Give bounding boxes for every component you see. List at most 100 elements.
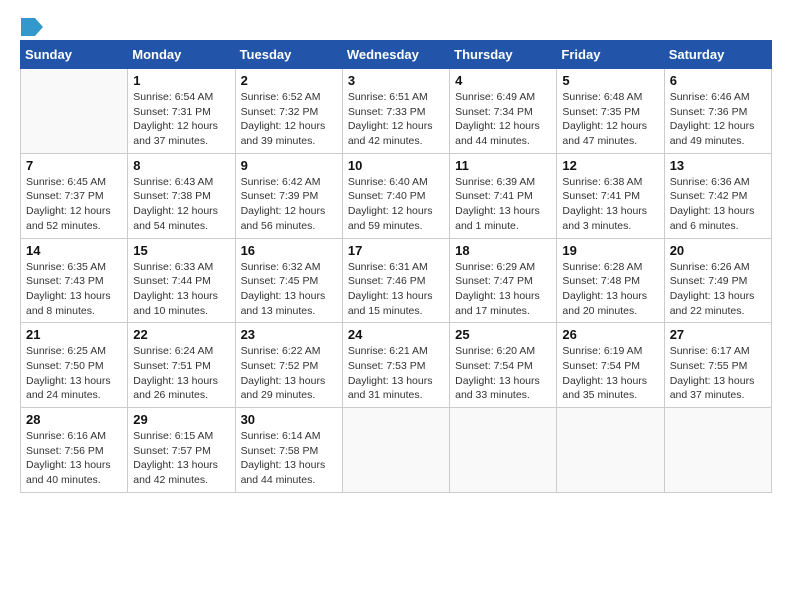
day-info: Sunrise: 6:32 AMSunset: 7:45 PMDaylight:…: [241, 260, 337, 319]
day-info: Sunrise: 6:21 AMSunset: 7:53 PMDaylight:…: [348, 344, 444, 403]
day-number: 28: [26, 412, 122, 427]
logo: [20, 16, 43, 32]
day-info: Sunrise: 6:14 AMSunset: 7:58 PMDaylight:…: [241, 429, 337, 488]
calendar-week-row: 14 Sunrise: 6:35 AMSunset: 7:43 PMDayligh…: [21, 238, 772, 323]
calendar-cell: 10 Sunrise: 6:40 AMSunset: 7:40 PMDayligh…: [342, 153, 449, 238]
calendar-cell: 9 Sunrise: 6:42 AMSunset: 7:39 PMDaylight…: [235, 153, 342, 238]
day-number: 30: [241, 412, 337, 427]
day-info: Sunrise: 6:31 AMSunset: 7:46 PMDaylight:…: [348, 260, 444, 319]
day-info: Sunrise: 6:19 AMSunset: 7:54 PMDaylight:…: [562, 344, 658, 403]
day-number: 10: [348, 158, 444, 173]
day-info: Sunrise: 6:45 AMSunset: 7:37 PMDaylight:…: [26, 175, 122, 234]
day-info: Sunrise: 6:22 AMSunset: 7:52 PMDaylight:…: [241, 344, 337, 403]
day-info: Sunrise: 6:24 AMSunset: 7:51 PMDaylight:…: [133, 344, 229, 403]
calendar-cell: [557, 408, 664, 493]
day-number: 25: [455, 327, 551, 342]
calendar-cell: 18 Sunrise: 6:29 AMSunset: 7:47 PMDayligh…: [450, 238, 557, 323]
day-number: 13: [670, 158, 766, 173]
page-header: [20, 16, 772, 32]
calendar-cell: 29 Sunrise: 6:15 AMSunset: 7:57 PMDayligh…: [128, 408, 235, 493]
calendar-cell: 27Sunrise: 6:17 AMSunset: 7:55 PMDayligh…: [664, 323, 771, 408]
day-info: Sunrise: 6:48 AMSunset: 7:35 PMDaylight:…: [562, 90, 658, 149]
day-number: 3: [348, 73, 444, 88]
day-number: 29: [133, 412, 229, 427]
calendar-cell: 12 Sunrise: 6:38 AMSunset: 7:41 PMDayligh…: [557, 153, 664, 238]
day-number: 23: [241, 327, 337, 342]
calendar-week-row: 28 Sunrise: 6:16 AMSunset: 7:56 PMDayligh…: [21, 408, 772, 493]
calendar-cell: 7 Sunrise: 6:45 AMSunset: 7:37 PMDaylight…: [21, 153, 128, 238]
day-number: 22: [133, 327, 229, 342]
day-info: Sunrise: 6:38 AMSunset: 7:41 PMDaylight:…: [562, 175, 658, 234]
day-number: 17: [348, 243, 444, 258]
calendar-cell: 24 Sunrise: 6:21 AMSunset: 7:53 PMDayligh…: [342, 323, 449, 408]
calendar-cell: 8 Sunrise: 6:43 AMSunset: 7:38 PMDaylight…: [128, 153, 235, 238]
day-number: 24: [348, 327, 444, 342]
day-info: Sunrise: 6:42 AMSunset: 7:39 PMDaylight:…: [241, 175, 337, 234]
calendar-table: Sunday Monday Tuesday Wednesday Thursday…: [20, 40, 772, 493]
day-info: Sunrise: 6:29 AMSunset: 7:47 PMDaylight:…: [455, 260, 551, 319]
calendar-cell: 17 Sunrise: 6:31 AMSunset: 7:46 PMDayligh…: [342, 238, 449, 323]
day-info: Sunrise: 6:49 AMSunset: 7:34 PMDaylight:…: [455, 90, 551, 149]
col-wednesday: Wednesday: [342, 41, 449, 69]
day-number: 5: [562, 73, 658, 88]
day-info: Sunrise: 6:16 AMSunset: 7:56 PMDaylight:…: [26, 429, 122, 488]
col-thursday: Thursday: [450, 41, 557, 69]
day-info: Sunrise: 6:26 AMSunset: 7:49 PMDaylight:…: [670, 260, 766, 319]
calendar-cell: 6 Sunrise: 6:46 AMSunset: 7:36 PMDaylight…: [664, 69, 771, 154]
logo-icon: [21, 18, 43, 36]
day-info: Sunrise: 6:20 AMSunset: 7:54 PMDaylight:…: [455, 344, 551, 403]
day-number: 27: [670, 327, 766, 342]
col-monday: Monday: [128, 41, 235, 69]
calendar-cell: 25 Sunrise: 6:20 AMSunset: 7:54 PMDayligh…: [450, 323, 557, 408]
col-saturday: Saturday: [664, 41, 771, 69]
day-number: 26: [562, 327, 658, 342]
calendar-cell: 21 Sunrise: 6:25 AMSunset: 7:50 PMDayligh…: [21, 323, 128, 408]
header-row: Sunday Monday Tuesday Wednesday Thursday…: [21, 41, 772, 69]
day-number: 6: [670, 73, 766, 88]
day-info: Sunrise: 6:40 AMSunset: 7:40 PMDaylight:…: [348, 175, 444, 234]
day-number: 14: [26, 243, 122, 258]
day-number: 12: [562, 158, 658, 173]
day-info: Sunrise: 6:35 AMSunset: 7:43 PMDaylight:…: [26, 260, 122, 319]
calendar-cell: 22 Sunrise: 6:24 AMSunset: 7:51 PMDayligh…: [128, 323, 235, 408]
day-number: 18: [455, 243, 551, 258]
calendar-cell: 26 Sunrise: 6:19 AMSunset: 7:54 PMDayligh…: [557, 323, 664, 408]
calendar-cell: 4 Sunrise: 6:49 AMSunset: 7:34 PMDaylight…: [450, 69, 557, 154]
col-sunday: Sunday: [21, 41, 128, 69]
day-number: 15: [133, 243, 229, 258]
calendar-cell: 23 Sunrise: 6:22 AMSunset: 7:52 PMDayligh…: [235, 323, 342, 408]
day-info: Sunrise: 6:54 AMSunset: 7:31 PMDaylight:…: [133, 90, 229, 149]
calendar-cell: 2Sunrise: 6:52 AMSunset: 7:32 PMDaylight…: [235, 69, 342, 154]
calendar-cell: 13 Sunrise: 6:36 AMSunset: 7:42 PMDayligh…: [664, 153, 771, 238]
calendar-cell: [21, 69, 128, 154]
day-number: 7: [26, 158, 122, 173]
day-number: 21: [26, 327, 122, 342]
day-number: 8: [133, 158, 229, 173]
day-info: Sunrise: 6:15 AMSunset: 7:57 PMDaylight:…: [133, 429, 229, 488]
calendar-week-row: 21 Sunrise: 6:25 AMSunset: 7:50 PMDayligh…: [21, 323, 772, 408]
day-info: Sunrise: 6:25 AMSunset: 7:50 PMDaylight:…: [26, 344, 122, 403]
day-number: 1: [133, 73, 229, 88]
day-info: Sunrise: 6:39 AMSunset: 7:41 PMDaylight:…: [455, 175, 551, 234]
calendar-cell: 28 Sunrise: 6:16 AMSunset: 7:56 PMDayligh…: [21, 408, 128, 493]
day-number: 19: [562, 243, 658, 258]
day-number: 16: [241, 243, 337, 258]
day-number: 4: [455, 73, 551, 88]
calendar-cell: 5 Sunrise: 6:48 AMSunset: 7:35 PMDaylight…: [557, 69, 664, 154]
calendar-cell: [342, 408, 449, 493]
day-number: 2: [241, 73, 337, 88]
day-number: 20: [670, 243, 766, 258]
day-info: Sunrise: 6:43 AMSunset: 7:38 PMDaylight:…: [133, 175, 229, 234]
day-info: Sunrise: 6:36 AMSunset: 7:42 PMDaylight:…: [670, 175, 766, 234]
calendar-cell: 14 Sunrise: 6:35 AMSunset: 7:43 PMDayligh…: [21, 238, 128, 323]
col-tuesday: Tuesday: [235, 41, 342, 69]
calendar-cell: 20 Sunrise: 6:26 AMSunset: 7:49 PMDayligh…: [664, 238, 771, 323]
calendar-cell: [450, 408, 557, 493]
day-info: Sunrise: 6:46 AMSunset: 7:36 PMDaylight:…: [670, 90, 766, 149]
day-number: 9: [241, 158, 337, 173]
calendar-cell: 30 Sunrise: 6:14 AMSunset: 7:58 PMDayligh…: [235, 408, 342, 493]
day-info: Sunrise: 6:28 AMSunset: 7:48 PMDaylight:…: [562, 260, 658, 319]
day-info: Sunrise: 6:33 AMSunset: 7:44 PMDaylight:…: [133, 260, 229, 319]
calendar-week-row: 7 Sunrise: 6:45 AMSunset: 7:37 PMDaylight…: [21, 153, 772, 238]
day-info: Sunrise: 6:51 AMSunset: 7:33 PMDaylight:…: [348, 90, 444, 149]
